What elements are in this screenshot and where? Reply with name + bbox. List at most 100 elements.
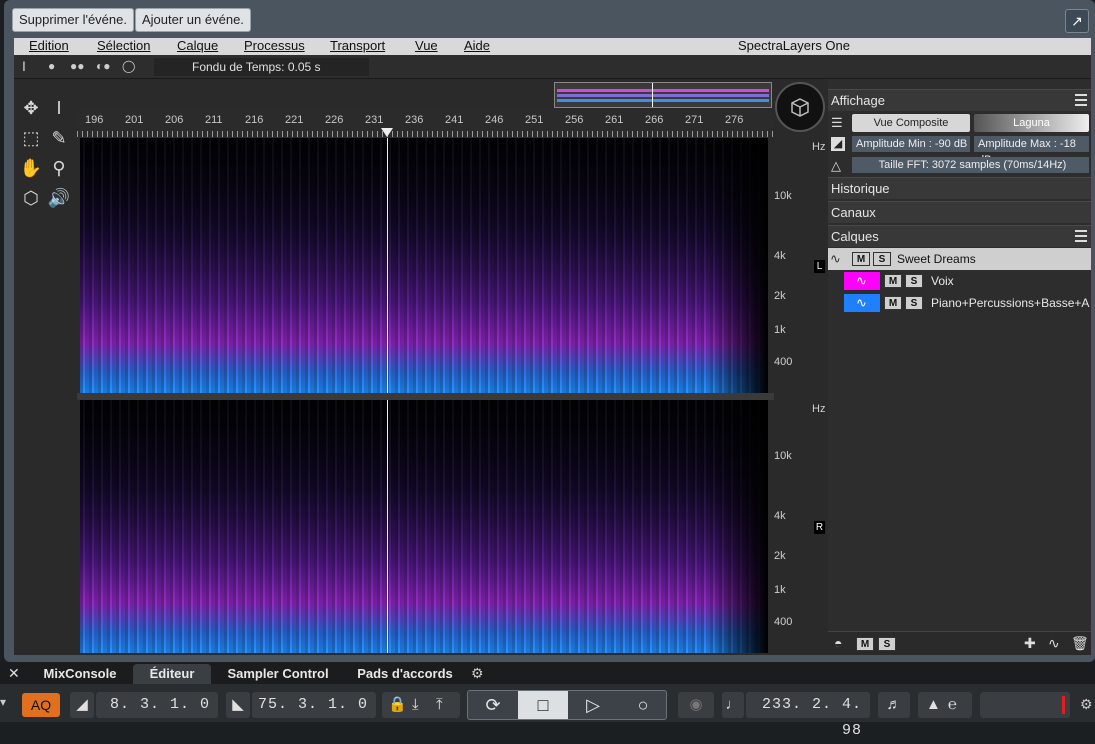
tempo-icon[interactable]: ♬ bbox=[878, 692, 910, 718]
left-locator-icon[interactable]: ◢ bbox=[70, 692, 94, 718]
menu-icon[interactable] bbox=[1075, 94, 1087, 106]
position-field[interactable]: 233. 2. 4. 98 bbox=[746, 692, 870, 739]
solo-button[interactable]: S bbox=[905, 296, 923, 310]
layer-row[interactable]: ∿ M S Voix bbox=[828, 270, 1091, 292]
affichage-title: Affichage bbox=[831, 93, 885, 108]
colormap-select[interactable]: Laguna bbox=[974, 114, 1089, 132]
menu-calque[interactable]: Calque bbox=[177, 38, 218, 53]
menu-transport[interactable]: Transport bbox=[330, 38, 385, 53]
amplitude-min-slider[interactable]: Amplitude Min : -90 dB bbox=[852, 136, 970, 152]
menu-icon[interactable] bbox=[1075, 230, 1087, 242]
spectrogram-right[interactable] bbox=[80, 400, 768, 653]
time-fade-field[interactable]: Fondu de Temps: 0.05 s bbox=[154, 58, 369, 76]
zoom-tool-icon[interactable]: ⚲ bbox=[46, 155, 72, 181]
view-3d-navigator[interactable] bbox=[775, 82, 825, 132]
mute-button[interactable]: M bbox=[856, 637, 874, 651]
cube-icon bbox=[791, 98, 809, 117]
gear-icon[interactable]: ⚙ bbox=[471, 665, 484, 682]
stop-icon[interactable]: □ bbox=[518, 691, 568, 719]
layer-row[interactable]: ∿ M S Piano+Percussions+Basse+A bbox=[828, 292, 1091, 314]
add-waveform-icon[interactable]: ∿ bbox=[1048, 635, 1060, 652]
fft-size-slider[interactable]: Taille FFT: 3072 samples (70ms/14Hz) bbox=[852, 157, 1089, 173]
menu-edition[interactable]: Edition bbox=[29, 38, 69, 53]
freq-label: 2k bbox=[774, 550, 786, 562]
punch-in-icon[interactable]: ⤓ bbox=[412, 692, 419, 718]
ruler-tick: 206 bbox=[165, 114, 184, 126]
calques-header[interactable]: Calques bbox=[828, 225, 1091, 247]
menu-processus[interactable]: Processus bbox=[244, 38, 305, 53]
composite-view-button[interactable]: Vue Composite bbox=[852, 114, 970, 132]
playback-cursor bbox=[387, 138, 388, 393]
mute-button[interactable]: M bbox=[884, 274, 902, 288]
freq-label: 4k bbox=[774, 250, 786, 262]
add-event-button[interactable]: Ajouter un événe. bbox=[135, 8, 251, 32]
time-ruler[interactable]: 196 201 206 211 216 221 226 231 236 241 … bbox=[77, 110, 774, 138]
freq-label: 10k bbox=[774, 190, 792, 202]
amplitude-max-slider[interactable]: Amplitude Max : -18 dB bbox=[974, 136, 1089, 166]
brush-ring-icon[interactable]: ◯ bbox=[122, 59, 135, 73]
playhead-marker-icon[interactable] bbox=[381, 128, 393, 137]
tab-sampler-control[interactable]: Sampler Control bbox=[218, 664, 338, 684]
new-layer-icon[interactable]: ✚ bbox=[1024, 635, 1036, 652]
layers-icon: ☰ bbox=[831, 115, 843, 130]
left-locator-field[interactable]: 8. 3. 1. 0 bbox=[96, 692, 218, 718]
cube-tool-icon[interactable]: ⬡ bbox=[18, 185, 44, 211]
monitor-icon[interactable]: ◉ bbox=[678, 692, 714, 718]
brush-single-icon[interactable]: ● bbox=[48, 59, 55, 73]
speaker-tool-icon[interactable]: 🔊 bbox=[46, 185, 72, 211]
affichage-header[interactable]: Affichage bbox=[828, 89, 1091, 111]
hand-tool-icon[interactable]: ✋ bbox=[18, 155, 44, 181]
solo-button[interactable]: S bbox=[905, 274, 923, 288]
canaux-header[interactable]: Canaux bbox=[828, 201, 1091, 223]
historique-header[interactable]: Historique bbox=[828, 177, 1091, 199]
gear-icon[interactable]: ⚙ bbox=[1080, 696, 1093, 713]
auto-quantize-button[interactable]: AQ bbox=[22, 693, 60, 717]
ruler-tick: 256 bbox=[565, 114, 584, 126]
layer-name: Piano+Percussions+Basse+A bbox=[931, 296, 1090, 310]
lock-icon[interactable]: 🔒 bbox=[388, 692, 407, 718]
note-icon[interactable]: ♩ bbox=[722, 692, 744, 718]
play-icon[interactable]: ▷ bbox=[568, 691, 618, 719]
delete-event-button[interactable]: Supprimer l'événe. bbox=[12, 8, 134, 32]
chevron-down-icon[interactable]: ▾ bbox=[0, 695, 6, 709]
spectrogram-left[interactable] bbox=[80, 138, 768, 393]
right-locator-field[interactable]: 75. 3. 1. 0 bbox=[252, 692, 376, 718]
paint-bucket-icon[interactable]: ◓ bbox=[834, 635, 842, 651]
brush-half-icon[interactable]: ◐● bbox=[96, 59, 111, 73]
trash-icon[interactable]: 🗑 bbox=[1071, 635, 1089, 652]
mute-button[interactable]: M bbox=[884, 296, 902, 310]
brush-double-icon[interactable]: ●● bbox=[70, 59, 85, 73]
solo-button[interactable]: S bbox=[878, 637, 896, 651]
expand-arrow-icon[interactable]: ↗ bbox=[1065, 9, 1089, 33]
close-icon[interactable]: ✕ bbox=[8, 665, 20, 682]
playback-cursor bbox=[387, 400, 388, 653]
channel-divider[interactable] bbox=[77, 393, 774, 400]
menu-aide[interactable]: Aide bbox=[464, 38, 490, 53]
menu-selection[interactable]: Sélection bbox=[97, 38, 150, 53]
move-tool-icon[interactable]: ✥ bbox=[18, 95, 44, 121]
layer-row[interactable]: ∿ M S Sweet Dreams bbox=[828, 248, 1091, 270]
text-cursor-icon[interactable]: I bbox=[22, 58, 26, 74]
tab-editeur[interactable]: Éditeur bbox=[133, 664, 211, 684]
metronome-icon[interactable]: ▲ bbox=[926, 692, 941, 718]
record-icon[interactable]: ○ bbox=[618, 691, 668, 719]
rect-select-tool-icon[interactable]: ⬚ bbox=[18, 125, 44, 151]
punch-out-icon[interactable]: ⤒ bbox=[436, 692, 443, 718]
time-select-tool-icon[interactable]: I bbox=[46, 95, 72, 121]
overview-navigator[interactable] bbox=[554, 82, 772, 108]
right-locator-icon[interactable]: ◣ bbox=[226, 692, 250, 718]
brush-tool-icon[interactable]: ✎ bbox=[46, 125, 72, 151]
solo-button[interactable]: S bbox=[873, 252, 891, 266]
ruler-tick: 221 bbox=[285, 114, 304, 126]
mute-button[interactable]: M bbox=[852, 252, 870, 266]
freq-label: 1k bbox=[774, 324, 786, 336]
tab-mixconsole[interactable]: MixConsole bbox=[30, 664, 130, 684]
ruler-tick: 211 bbox=[205, 114, 223, 126]
meter-clip-indicator bbox=[1062, 696, 1065, 714]
menu-vue[interactable]: Vue bbox=[415, 38, 438, 53]
cycle-icon[interactable]: ⟳ bbox=[468, 691, 518, 719]
precount-icon[interactable]: ℮ bbox=[948, 692, 957, 718]
channel-right-label: R bbox=[814, 521, 825, 534]
tool-options-bar: I ● ●● ◐● ◯ Fondu de Temps: 0.05 s bbox=[14, 55, 1091, 79]
tab-pads-accords[interactable]: Pads d'accords bbox=[350, 664, 460, 684]
